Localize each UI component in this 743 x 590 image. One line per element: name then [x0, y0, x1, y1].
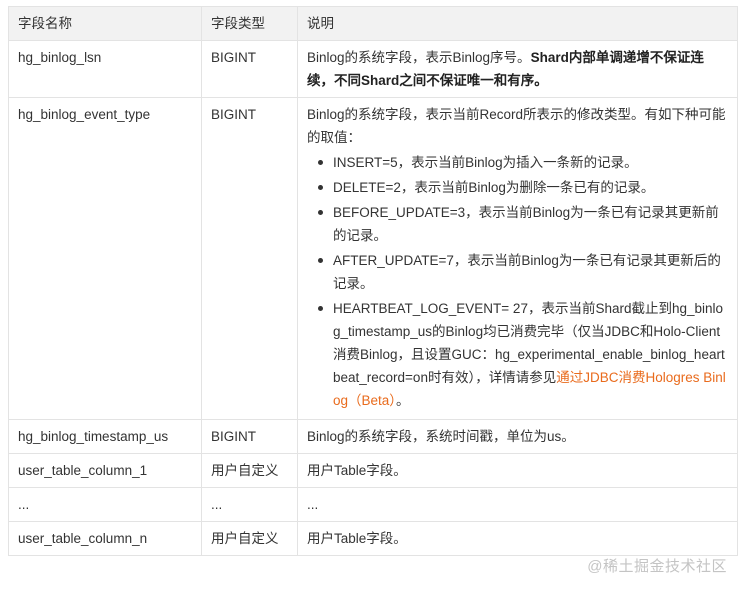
list-item: DELETE=2，表示当前Binlog为删除一条已有的记录。	[318, 176, 728, 199]
description-cell: 用户Table字段。	[297, 521, 738, 556]
table-row: user_table_column_n 用户自定义 用户Table字段。	[8, 521, 738, 556]
field-name-cell: hg_binlog_lsn	[8, 40, 202, 98]
field-type-cell: 用户自定义	[201, 521, 298, 556]
field-type-cell: BIGINT	[201, 97, 298, 420]
field-name-cell: user_table_column_n	[8, 521, 202, 556]
table-row: hg_binlog_event_type BIGINT Binlog的系统字段，…	[8, 97, 738, 420]
field-type-cell: BIGINT	[201, 40, 298, 98]
list-item: AFTER_UPDATE=7，表示当前Binlog为一条已有记录其更新后的记录。	[318, 249, 728, 295]
table-row: hg_binlog_lsn BIGINT Binlog的系统字段，表示Binlo…	[8, 40, 738, 98]
table-row: hg_binlog_timestamp_us BIGINT Binlog的系统字…	[8, 419, 738, 454]
field-type-cell: ...	[201, 487, 298, 522]
description-cell: ...	[297, 487, 738, 522]
list-item: BEFORE_UPDATE=3，表示当前Binlog为一条已有记录其更新前的记录…	[318, 201, 728, 247]
binlog-fields-table: 字段名称 字段类型 说明 hg_binlog_lsn BIGINT Binlog…	[8, 6, 738, 556]
header-field-type: 字段类型	[201, 6, 298, 41]
description-cell: Binlog的系统字段，表示Binlog序号。Shard内部单调递增不保证连续，…	[297, 40, 738, 98]
event-type-values-list: INSERT=5，表示当前Binlog为插入一条新的记录。 DELETE=2，表…	[307, 151, 728, 412]
description-intro: Binlog的系统字段，表示当前Record所表示的修改类型。有如下种可能的取值…	[307, 107, 726, 145]
field-name-cell: hg_binlog_timestamp_us	[8, 419, 202, 454]
field-type-cell: BIGINT	[201, 419, 298, 454]
description-cell: 用户Table字段。	[297, 453, 738, 488]
list-item-suffix: 。	[396, 393, 410, 408]
header-field-name: 字段名称	[8, 6, 202, 41]
table-header-row: 字段名称 字段类型 说明	[8, 6, 738, 41]
site-watermark: @稀土掘金技术社区	[587, 558, 727, 575]
list-item: INSERT=5，表示当前Binlog为插入一条新的记录。	[318, 151, 728, 174]
field-name-cell: ...	[8, 487, 202, 522]
description-text: Binlog的系统字段，表示Binlog序号。	[307, 50, 531, 65]
header-description: 说明	[297, 6, 738, 41]
table-row: ... ... ...	[8, 487, 738, 522]
list-item-heartbeat: HEARTBEAT_LOG_EVENT= 27，表示当前Shard截止到hg_b…	[318, 297, 728, 412]
field-type-cell: 用户自定义	[201, 453, 298, 488]
table-row: user_table_column_1 用户自定义 用户Table字段。	[8, 453, 738, 488]
field-name-cell: user_table_column_1	[8, 453, 202, 488]
field-name-cell: hg_binlog_event_type	[8, 97, 202, 420]
description-cell: Binlog的系统字段，系统时间戳，单位为us。	[297, 419, 738, 454]
description-cell: Binlog的系统字段，表示当前Record所表示的修改类型。有如下种可能的取值…	[297, 97, 738, 420]
